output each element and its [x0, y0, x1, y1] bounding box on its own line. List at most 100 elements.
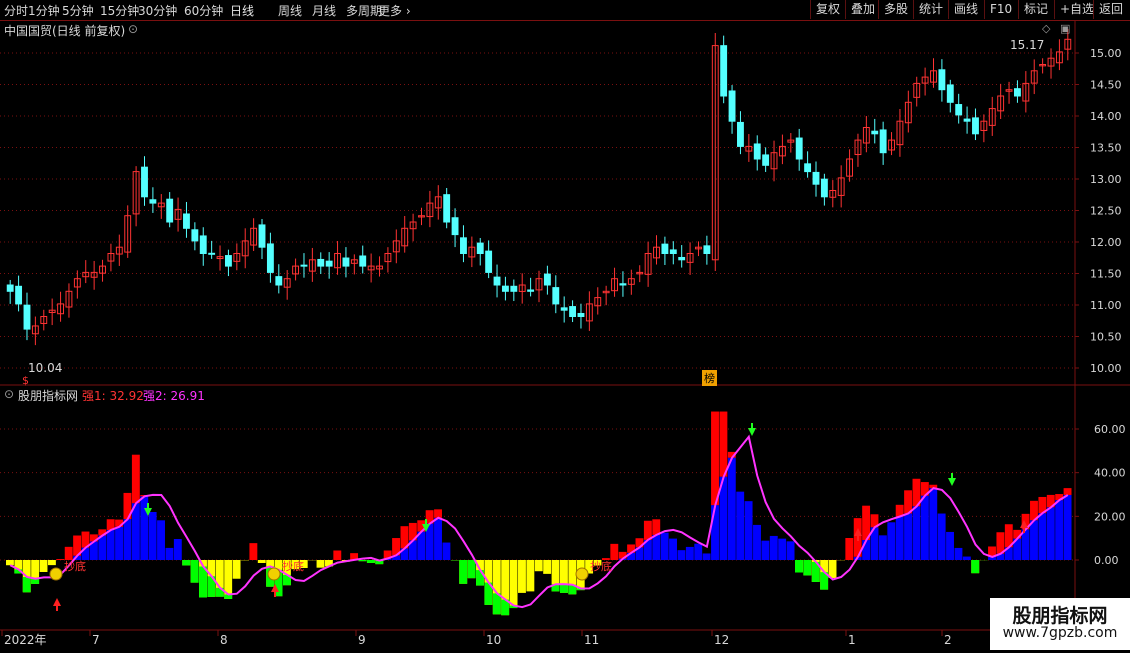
candle-body [679, 257, 685, 259]
candle-body [461, 238, 467, 254]
price-axis-label: 15.00 [1090, 47, 1122, 60]
date-axis-label: 1 [848, 633, 856, 647]
indicator-axis-label: 60.00 [1094, 423, 1126, 436]
indicator-axis-label: 40.00 [1094, 467, 1126, 480]
toolbar-right-item-1[interactable]: 叠加 [845, 0, 880, 19]
candle-body [821, 179, 827, 197]
indicator-bar-blue [736, 492, 744, 560]
indicator-bar-blue [896, 516, 904, 560]
indicator-bar-blue [686, 547, 694, 560]
indicator-bar-red [610, 544, 618, 560]
indicator-bar-red [249, 543, 257, 560]
indicator-bar-blue [887, 522, 895, 560]
dollar-badge[interactable]: $ [22, 374, 29, 387]
indicator-bar-blue [149, 512, 157, 560]
indicator-bar-red [996, 532, 1004, 553]
toolbar-item-4[interactable]: 30分钟 [138, 2, 177, 19]
toolbar-item-10[interactable]: 更多 › [378, 2, 411, 19]
toolbar-right-item-4[interactable]: 画线 [948, 0, 983, 19]
candle-body [956, 105, 962, 115]
candle-body [301, 265, 307, 266]
candle-body [939, 70, 945, 90]
candle-body [486, 251, 492, 272]
toolbar-item-1[interactable]: 1分钟 [28, 2, 60, 19]
date-axis-label: 7 [92, 633, 100, 647]
indicator-bar-blue [938, 514, 946, 560]
indicator-bar-green [191, 560, 199, 583]
indicator-bar-yellow [6, 560, 14, 565]
date-axis-label: 2022年 [4, 633, 47, 647]
candle-body [544, 274, 550, 285]
indicator-bar-green [493, 593, 501, 614]
candle-body [578, 313, 584, 316]
toolbar-right-item-0[interactable]: 复权 [810, 0, 845, 19]
indicator-bar-yellow [233, 560, 241, 579]
indicator-bar-yellow [526, 560, 534, 591]
down-arrow-icon [948, 478, 956, 486]
toolbar-item-6[interactable]: 日线 [230, 2, 254, 19]
price-axis-label: 11.00 [1090, 299, 1122, 312]
toolbar-item-7[interactable]: 周线 [278, 2, 302, 19]
toolbar-right-item-3[interactable]: 统计 [913, 0, 948, 19]
indicator-bar-red [904, 490, 912, 513]
stock-title: 中国国贸(日线 前复权) [4, 22, 125, 39]
buy-signal-label: 抄底 [282, 559, 304, 573]
indicator-bar-blue [921, 496, 929, 560]
candle-body [528, 290, 534, 291]
indicator-bar-blue [442, 543, 450, 560]
indicator-bar-yellow [48, 560, 56, 565]
candle-body [200, 236, 206, 254]
indicator-bar-blue [879, 535, 887, 560]
indicator-bar-blue [1047, 507, 1055, 560]
candle-body [452, 218, 458, 235]
indicator-bar-blue [115, 527, 123, 560]
indicator-bar-blue [669, 539, 677, 560]
title-dropdown-icon[interactable]: ⊙ [128, 22, 138, 36]
toolbar-item-3[interactable]: 15分钟 [100, 2, 139, 19]
indicator-line2-value: 强2: 26.91 [143, 387, 205, 404]
candle-body [7, 285, 13, 291]
chart-area: 15.0014.5014.0013.5013.0012.5012.0011.50… [0, 20, 1130, 650]
indicator-bar-green [468, 560, 476, 578]
indicator-bar-blue [694, 544, 702, 560]
indicator-bar-blue [434, 518, 442, 560]
indicator-bar-red [1064, 488, 1072, 495]
indicator-bar-yellow [317, 560, 325, 568]
candle-body [763, 155, 769, 165]
candle-body [477, 243, 483, 253]
indicator-bar-green [971, 560, 979, 573]
price-axis-label: 14.50 [1090, 79, 1122, 92]
indicator-bar-yellow [535, 560, 543, 571]
candle-body [192, 230, 198, 241]
candle-body [813, 172, 819, 184]
panel-toggle-icon[interactable]: ▣ [1060, 22, 1070, 35]
candle-body [729, 91, 735, 121]
indicator-bar-green [23, 577, 31, 592]
indicator-bar-blue [954, 548, 962, 560]
candle-body [570, 307, 576, 317]
diamond-icon[interactable]: ◇ [1042, 22, 1050, 35]
watermark-url: www.7gpzb.com [990, 625, 1130, 641]
toolbar-right-item-5[interactable]: F10 [984, 0, 1017, 19]
indicator-bar-green [795, 560, 803, 572]
rank-badge[interactable]: 榜 [702, 370, 717, 386]
indicator-bar-green [367, 560, 375, 563]
indicator-bar-blue [929, 488, 937, 560]
indicator-menu-icon[interactable]: ⊙ [4, 387, 14, 401]
toolbar-right-item-6[interactable]: 标记 [1018, 0, 1053, 19]
toolbar-item-0[interactable]: 分时 [4, 2, 28, 19]
toolbar-item-5[interactable]: 60分钟 [184, 2, 223, 19]
toolbar-item-8[interactable]: 月线 [312, 2, 336, 19]
indicator-bar-yellow [518, 560, 526, 593]
indicator-bar-red [719, 412, 727, 477]
candle-body [259, 225, 265, 247]
period-toolbar: 分时1分钟5分钟 15分钟30分钟 60分钟日线 周线月线多周期更多 › 复权叠加多股统… [0, 0, 1130, 21]
candle-body [142, 167, 148, 197]
toolbar-right-item-2[interactable]: 多股 [878, 0, 913, 19]
toolbar-item-2[interactable]: 5分钟 [62, 2, 94, 19]
indicator-bar-red [333, 550, 341, 560]
indicator-bar-red [845, 538, 853, 560]
toolbar-right-item-8[interactable]: 返回 [1093, 0, 1128, 19]
date-axis-label: 2 [944, 633, 952, 647]
toolbar-item-9[interactable]: 多周期 [346, 2, 382, 19]
